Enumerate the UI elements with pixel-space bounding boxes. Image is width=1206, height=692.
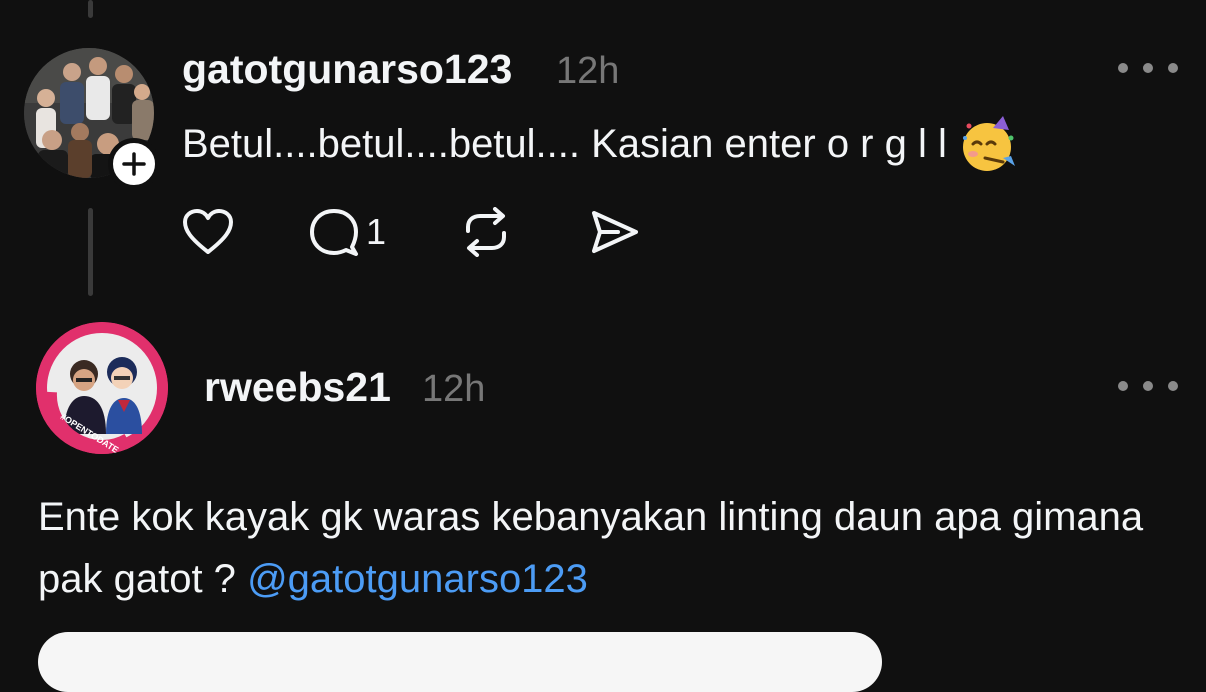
avatar[interactable]: #OPENTODATE xyxy=(36,322,168,454)
dot-icon xyxy=(1118,381,1128,391)
reply-button[interactable]: 1 xyxy=(308,207,386,257)
post-text: Ente kok kayak gk waras kebanyakan linti… xyxy=(38,495,1144,601)
timestamp: 12h xyxy=(422,368,486,410)
dot-icon xyxy=(1168,381,1178,391)
thread-line-top xyxy=(88,0,93,18)
partying-face-icon xyxy=(959,114,1019,174)
media-preview[interactable] xyxy=(38,632,882,692)
username[interactable]: rweebs21 xyxy=(204,364,391,411)
repost-icon xyxy=(466,207,507,257)
dot-icon xyxy=(1118,63,1128,73)
more-options-button[interactable] xyxy=(1118,58,1178,78)
comment-icon xyxy=(310,209,358,256)
thread-line-middle xyxy=(88,208,93,296)
like-button[interactable] xyxy=(182,208,234,256)
username[interactable]: gatotgunarso123 xyxy=(182,46,512,93)
repost-button[interactable] xyxy=(460,207,512,257)
plus-icon xyxy=(122,152,146,176)
post-text: Betul....betul....betul.... Kasian enter… xyxy=(182,121,947,166)
post-body: Ente kok kayak gk waras kebanyakan linti… xyxy=(38,486,1178,610)
heart-icon xyxy=(183,209,233,254)
post-body: Betul....betul....betul.... Kasian enter… xyxy=(182,114,1019,174)
reply-count: 1 xyxy=(366,211,387,252)
more-options-button[interactable] xyxy=(1118,376,1178,396)
follow-button[interactable] xyxy=(108,138,160,190)
share-button[interactable] xyxy=(588,208,640,256)
dot-icon xyxy=(1143,381,1153,391)
send-icon xyxy=(592,211,639,253)
dot-icon xyxy=(1168,63,1178,73)
post-actions: 1 xyxy=(182,200,640,264)
dot-icon xyxy=(1143,63,1153,73)
mention-link[interactable]: @gatotgunarso123 xyxy=(247,557,588,601)
timestamp: 12h xyxy=(556,50,620,92)
